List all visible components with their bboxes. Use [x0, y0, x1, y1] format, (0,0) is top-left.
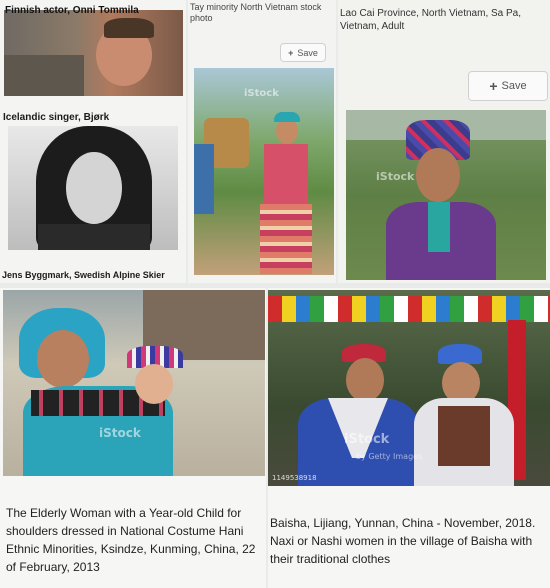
caption-onni-tommila: Finnish actor, Onni Tommila	[5, 5, 139, 16]
panel-naxi-women: iStock by Getty Images 1149538918 Baisha…	[268, 288, 550, 588]
watermark: iStock	[376, 170, 415, 183]
save-label: Save	[297, 47, 318, 58]
photo-caption: Lao Cai Province, North Vietnam, Sa Pa, …	[340, 8, 522, 32]
save-label: Save	[501, 80, 527, 92]
photo-bjork[interactable]	[8, 126, 178, 250]
image-id: 1149538918	[272, 474, 317, 482]
face-shape	[135, 364, 173, 404]
caption-bjork: Icelandic singer, Bjørk	[3, 112, 110, 123]
save-button[interactable]: + Save	[468, 71, 548, 101]
watermark: iStock	[244, 88, 279, 99]
face-shape	[416, 148, 460, 202]
panel-celebrities: Finnish actor, Onni Tommila Icelandic si…	[0, 0, 186, 283]
photo-hani-woman-child[interactable]: iStock	[3, 290, 265, 476]
face-shape	[346, 358, 384, 402]
photo-caption: Baisha, Lijiang, Yunnan, China - Novembe…	[270, 516, 536, 566]
face-shape	[66, 152, 122, 224]
save-button[interactable]: + Save	[280, 43, 326, 62]
photo-tay-woman[interactable]: iStock	[194, 68, 334, 275]
watermark: iStock	[344, 432, 390, 447]
photo-caption: Tay minority North Vietnam stock photo	[190, 2, 322, 24]
watermark: iStock	[99, 426, 141, 440]
photo-caption: The Elderly Woman with a Year-old Child …	[6, 506, 256, 574]
photo-credit: by Getty Images	[356, 452, 423, 461]
photo-lao-cai-woman[interactable]: iStock	[346, 110, 546, 280]
photo-onni-tommila[interactable]	[4, 10, 183, 96]
face-shape	[37, 330, 89, 388]
plus-icon: +	[288, 47, 294, 58]
panel-lao-cai: Lao Cai Province, North Vietnam, Sa Pa, …	[338, 0, 550, 283]
photo-naxi-women[interactable]: iStock by Getty Images 1149538918	[268, 290, 550, 486]
panel-tay-minority: Tay minority North Vietnam stock photo +…	[188, 0, 336, 283]
caption-jens-byggmark: Jens Byggmark, Swedish Alpine Skier	[2, 270, 165, 280]
panel-hani-woman: iStock The Elderly Woman with a Year-old…	[0, 288, 266, 588]
plus-icon: +	[489, 78, 498, 94]
